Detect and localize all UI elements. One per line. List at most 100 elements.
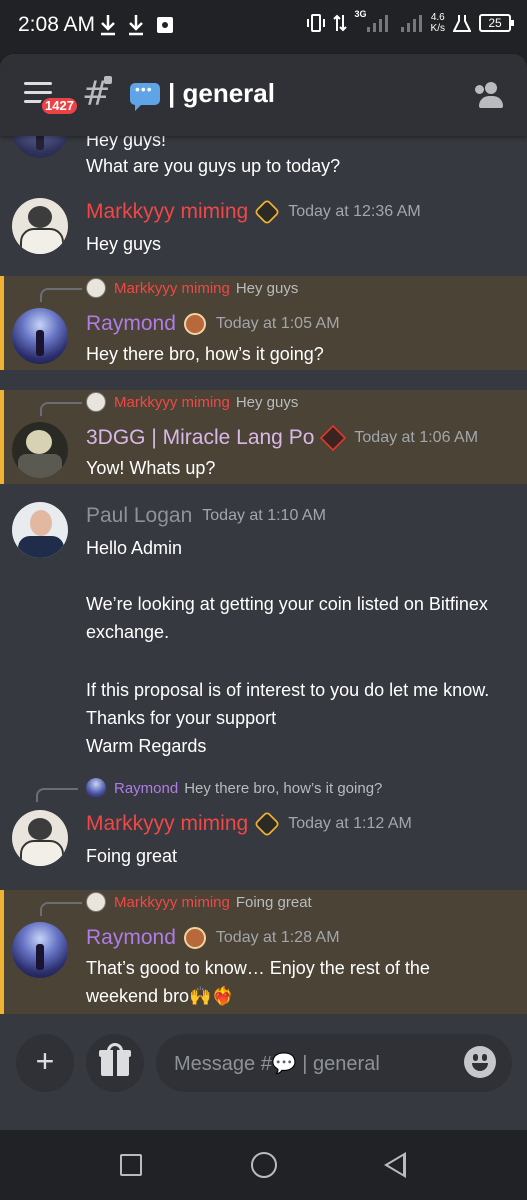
badge-icon xyxy=(253,198,281,226)
status-system-icons: 3G 4.6 K/s 25 xyxy=(306,9,514,34)
message-line: exchange. xyxy=(86,622,170,642)
reply-reference[interactable]: Markkyyy miming Foing great xyxy=(86,892,312,912)
back-icon[interactable] xyxy=(384,1152,406,1178)
channel-name: general xyxy=(182,78,276,108)
message-header: Raymond Today at 1:28 AM xyxy=(86,926,340,950)
monkey-badge-icon xyxy=(183,927,206,949)
message-reply[interactable]: Markkyyy miming Hey guys 3DGG | Miracle … xyxy=(0,390,527,484)
network-speed: 4.6 K/s xyxy=(431,12,445,34)
attach-button[interactable]: + xyxy=(16,1034,74,1092)
message-text: Hey guys xyxy=(86,234,162,254)
avatar[interactable] xyxy=(12,502,68,558)
status-notification-icons xyxy=(100,14,174,36)
avatar[interactable] xyxy=(12,308,68,364)
recent-apps-icon[interactable] xyxy=(120,1154,142,1176)
reply-text: Hey guys xyxy=(235,279,299,297)
members-icon[interactable] xyxy=(475,82,507,108)
message-continuation[interactable]: Hey guys! What are you guys up to today? xyxy=(0,136,527,180)
system-navigation-bar xyxy=(0,1130,527,1200)
message-line: We’re looking at getting your coin liste… xyxy=(86,594,488,614)
message-line: weekend bro🙌❤️‍🔥 xyxy=(86,986,234,1006)
lock-icon xyxy=(104,76,112,84)
message-reply[interactable]: Markkyyy miming Hey guys Raymond Today a… xyxy=(0,276,527,370)
reply-reference[interactable]: Markkyyy miming Hey guys xyxy=(86,278,298,298)
reply-avatar xyxy=(86,278,106,298)
timestamp: Today at 1:28 AM xyxy=(215,929,340,946)
badge-icon xyxy=(253,810,281,838)
message[interactable]: Paul Logan Today at 1:10 AM Hello Admin … xyxy=(0,498,527,758)
author-name[interactable]: 3DGG | Miracle Lang Po xyxy=(86,426,314,450)
avatar[interactable] xyxy=(12,422,68,478)
signal-icon xyxy=(400,15,422,32)
message-header: Markkyyy miming Today at 1:12 AM xyxy=(86,810,412,838)
reply-reference[interactable]: Raymond Hey there bro, how’s it going? xyxy=(86,778,382,798)
avatar[interactable] xyxy=(12,922,68,978)
channel-header: 1427 # | general xyxy=(0,54,527,136)
message-header: Markkyyy miming Today at 12:36 AM xyxy=(86,198,421,226)
reply-author: Markkyyy miming xyxy=(114,279,230,297)
author-name[interactable]: Markkyyy miming xyxy=(86,200,248,224)
channel-title[interactable]: | general xyxy=(168,78,275,109)
monkey-badge-icon xyxy=(183,313,206,335)
reply-text: Hey guys xyxy=(235,393,299,411)
author-name[interactable]: Markkyyy miming xyxy=(86,812,248,836)
signal-icon: 3G xyxy=(355,9,391,33)
menu-button[interactable]: 1427 xyxy=(24,80,79,116)
timestamp: Today at 12:36 AM xyxy=(288,203,421,220)
author-name[interactable]: Raymond xyxy=(86,312,176,336)
message-reply[interactable]: Raymond Hey there bro, how’s it going? M… xyxy=(0,776,527,872)
members-icon-part xyxy=(475,85,484,94)
reply-text: Foing great xyxy=(235,893,312,911)
notification-badge: 1427 xyxy=(40,96,79,116)
speech-bubble-icon xyxy=(130,81,160,111)
author-name[interactable]: Raymond xyxy=(86,926,176,950)
hamburger-icon-bar xyxy=(24,91,52,94)
message-text: Foing great xyxy=(86,846,178,866)
message-list[interactable]: Hey guys! What are you guys up to today?… xyxy=(0,136,527,1016)
message[interactable]: Markkyyy miming Today at 12:36 AM Hey gu… xyxy=(0,190,527,270)
message-reply[interactable]: Markkyyy miming Foing great Raymond Toda… xyxy=(0,890,527,1014)
reply-text: Hey there bro, how’s it going? xyxy=(184,779,383,797)
message-line: Hello Admin xyxy=(86,538,183,558)
emoji-icon[interactable] xyxy=(464,1046,496,1078)
author-name[interactable]: Paul Logan xyxy=(86,504,192,528)
data-arrows-icon xyxy=(332,14,347,32)
network-speed-unit: K/s xyxy=(430,23,445,34)
timestamp: Today at 1:10 AM xyxy=(202,507,326,524)
reply-connector xyxy=(40,288,82,302)
message-line: If this proposal is of interest to you d… xyxy=(86,680,490,700)
message-composer: + Message #💬 | general xyxy=(0,1026,527,1130)
reply-author: Raymond xyxy=(114,779,179,797)
download-icon xyxy=(129,15,143,36)
reply-connector xyxy=(36,788,78,802)
timestamp: Today at 1:06 AM xyxy=(354,429,479,446)
message-line: Thanks for your support xyxy=(86,708,277,728)
message-placeholder: Message #💬 | general xyxy=(174,1053,380,1075)
avatar[interactable] xyxy=(12,810,68,866)
message-input[interactable]: Message #💬 | general xyxy=(156,1034,512,1092)
download-icon xyxy=(101,15,115,36)
reply-avatar xyxy=(86,892,106,912)
battery-icon: 25 xyxy=(479,14,514,32)
reply-author: Markkyyy miming xyxy=(114,893,230,911)
home-icon[interactable] xyxy=(251,1152,277,1178)
avatar[interactable] xyxy=(12,136,68,158)
reply-avatar xyxy=(86,392,106,412)
vibrate-icon xyxy=(306,14,325,32)
app-window: 1427 # | general Hey guys! What are you … xyxy=(0,54,527,1130)
message-text: Hey there bro, how’s it going? xyxy=(86,344,324,364)
network-speed-value: 4.6 xyxy=(430,12,445,23)
reply-reference[interactable]: Markkyyy miming Hey guys xyxy=(86,392,298,412)
emoji-eye xyxy=(473,1054,478,1061)
message-header: Raymond Today at 1:05 AM xyxy=(86,312,340,336)
emoji-mouth xyxy=(472,1063,488,1071)
badge-icon xyxy=(320,424,347,452)
status-time: 2:08 AM xyxy=(18,13,96,36)
timestamp: Today at 1:12 AM xyxy=(288,815,412,832)
status-bar: 2:08 AM 3G 4.6 K/s 25 xyxy=(0,0,527,54)
message-line: That’s good to know… Enjoy the rest of t… xyxy=(86,958,430,978)
lab-icon xyxy=(453,15,471,32)
avatar[interactable] xyxy=(12,198,68,254)
reply-avatar xyxy=(86,778,106,798)
gift-button[interactable] xyxy=(86,1034,144,1092)
